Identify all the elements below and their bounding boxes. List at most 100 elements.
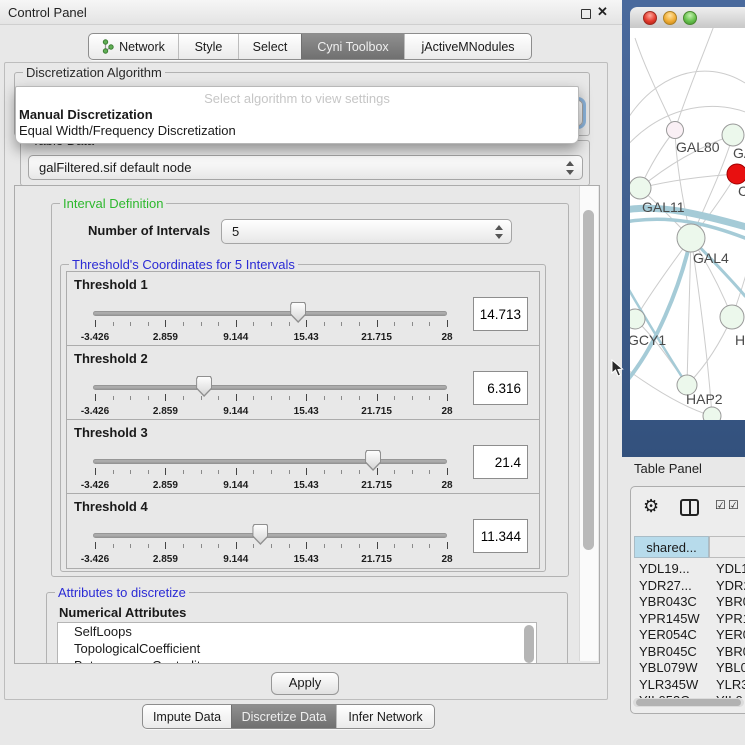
gear-icon[interactable]: ⚙ [643,497,659,515]
table-cell[interactable]: YBL0... [716,660,745,677]
table-row[interactable]: YBR045C YBR0... [631,644,745,661]
screen: Control Panel ✕ Network Style Select Cyn… [0,0,745,745]
tab-infer-network[interactable]: Infer Network [336,705,434,728]
table-data-combobox-value: galFiltered.sif default node [39,160,191,175]
checkbox-icon[interactable]: ☑ [728,498,739,512]
node-red-selected[interactable] [727,164,745,184]
threshold-3-slider[interactable]: -3.4262.8599.14415.4321.71528 [67,420,539,494]
minimize-traffic-light-icon[interactable] [663,11,677,25]
tab-jactivemnodules[interactable]: jActiveMNodules [404,34,531,59]
threshold-4-value-field[interactable] [473,519,528,553]
table-row[interactable]: YLR345W YLR3... [631,677,745,694]
table-cell[interactable]: YPR145W [639,611,700,628]
table-cell[interactable]: YBR0... [716,594,745,611]
node-top-right[interactable] [722,124,744,146]
table-row[interactable]: YER054C YER0... [631,627,745,644]
settings-scrollpane: Interval Definition Number of Intervals … [14,185,600,664]
table-cell[interactable]: YDR27... [639,578,692,595]
node-gal80[interactable] [667,122,684,139]
column-header-name[interactable]: na [709,536,745,558]
table-cell[interactable]: YPR1... [716,611,745,628]
close-icon[interactable]: ✕ [597,4,608,20]
node-h[interactable] [720,305,744,329]
slider-thumb[interactable] [252,524,268,545]
node-gal4[interactable] [677,224,705,252]
zoom-traffic-light-icon[interactable] [683,11,697,25]
slider-track[interactable] [93,459,447,464]
threshold-4-slider[interactable]: -3.4262.8599.14415.4321.71528 [67,494,539,568]
tab-select[interactable]: Select [238,34,301,59]
interval-definition-group-title: Interval Definition [60,196,166,211]
table-cell[interactable]: YDL1... [716,561,745,578]
close-traffic-light-icon[interactable] [643,11,657,25]
tab-network[interactable]: Network [89,34,178,59]
node-label-ga-partial: GA [733,145,745,161]
table-cell[interactable]: YLR345W [639,677,698,694]
number-of-intervals-value: 5 [232,224,239,239]
apply-button[interactable]: Apply [271,672,339,695]
table-cell[interactable]: YDR2... [716,578,745,595]
table-cell[interactable]: YBR0... [716,644,745,661]
checkbox-icon[interactable]: ☑ [715,498,726,512]
network-canvas[interactable]: GAL80 GAL11 GAL4 GCY1 HAP2 H GA C [630,28,745,420]
tab-impute-data[interactable]: Impute Data [143,705,231,728]
split-columns-icon[interactable] [680,499,699,516]
node-bottom[interactable] [703,407,721,420]
tab-cyni-toolbox[interactable]: Cyni Toolbox [301,34,404,59]
table-hscrollbar[interactable] [633,698,744,707]
node-label-c-partial: C [738,183,745,199]
threshold-1-value-field[interactable] [473,297,528,331]
list-item[interactable]: BetweennessCentrality [58,657,536,664]
slider-track[interactable] [93,385,447,390]
table-cell[interactable]: YER0... [716,627,745,644]
list-item[interactable]: SelfLoops [58,623,536,640]
tab-discretize-data[interactable]: Discretize Data [231,705,336,728]
mouse-cursor [611,359,624,378]
threshold-2-value-field[interactable] [473,371,528,405]
menu-item-equal-width-frequency[interactable]: Equal Width/Frequency Discretization [19,123,236,138]
table-cell[interactable]: YER054C [639,627,697,644]
cyni-bottom-tabbar: Impute Data Discretize Data Infer Networ… [142,704,435,729]
table-cell[interactable]: YBR043C [639,594,697,611]
threshold-1-panel: Threshold 1 -3.4262.8599.14415.4321.7152… [66,271,540,347]
threshold-2-slider[interactable]: -3.4262.8599.14415.4321.71528 [67,346,539,420]
node-label-gcy1: GCY1 [630,332,666,348]
menu-item-manual-discretization[interactable]: Manual Discretization [19,107,153,122]
slider-track[interactable] [93,311,447,316]
table-row[interactable]: YPR145W YPR1... [631,611,745,628]
table-row[interactable]: YDL19... YDL1... [631,561,745,578]
slider-thumb[interactable] [196,376,212,397]
table-cell[interactable]: YBL079W [639,660,698,677]
node-gcy1[interactable] [630,309,645,329]
slider-thumb[interactable] [365,450,381,471]
table-row[interactable]: YBL079W YBL0... [631,660,745,677]
list-item[interactable]: TopologicalCoefficient [58,640,536,657]
tab-style[interactable]: Style [178,34,238,59]
network-window-titlebar[interactable] [630,7,745,29]
network-icon [102,39,114,54]
numerical-attributes-label: Numerical Attributes [59,605,186,620]
settings-scrollbar[interactable] [579,186,598,661]
table-data-combobox[interactable]: galFiltered.sif default node [28,155,583,180]
float-window-icon[interactable] [581,9,591,19]
table-cell[interactable]: YDL19... [639,561,690,578]
table-cell[interactable]: YLR3... [716,677,745,694]
threshold-3-value-field[interactable] [473,445,528,479]
slider-thumb[interactable] [290,302,306,323]
column-header-shared-name[interactable]: shared... [634,536,709,558]
threshold-1-slider[interactable]: -3.4262.8599.14415.4321.71528 [67,272,539,346]
table-row[interactable]: YBR043C YBR0... [631,594,745,611]
number-of-intervals-combobox[interactable]: 5 [221,219,512,244]
node-gal11[interactable] [630,177,651,199]
settings-scrollbar-thumb[interactable] [583,210,594,550]
table-row[interactable]: YDR27... YDR2... [631,578,745,595]
control-panel-tabbar: Network Style Select Cyni Toolbox jActiv… [88,33,532,60]
combo-arrows-icon [495,225,504,239]
table-hscrollbar-thumb[interactable] [636,699,741,706]
thresholds-group-title: Threshold's Coordinates for 5 Intervals [69,257,298,272]
table-cell[interactable]: YBR045C [639,644,697,661]
list-scrollbar[interactable] [524,625,534,663]
numerical-attributes-list[interactable]: SelfLoopsTopologicalCoefficientBetweenne… [57,622,537,664]
slider-track[interactable] [93,533,447,538]
table-data-group: Table Data galFiltered.sif default node [20,140,590,186]
